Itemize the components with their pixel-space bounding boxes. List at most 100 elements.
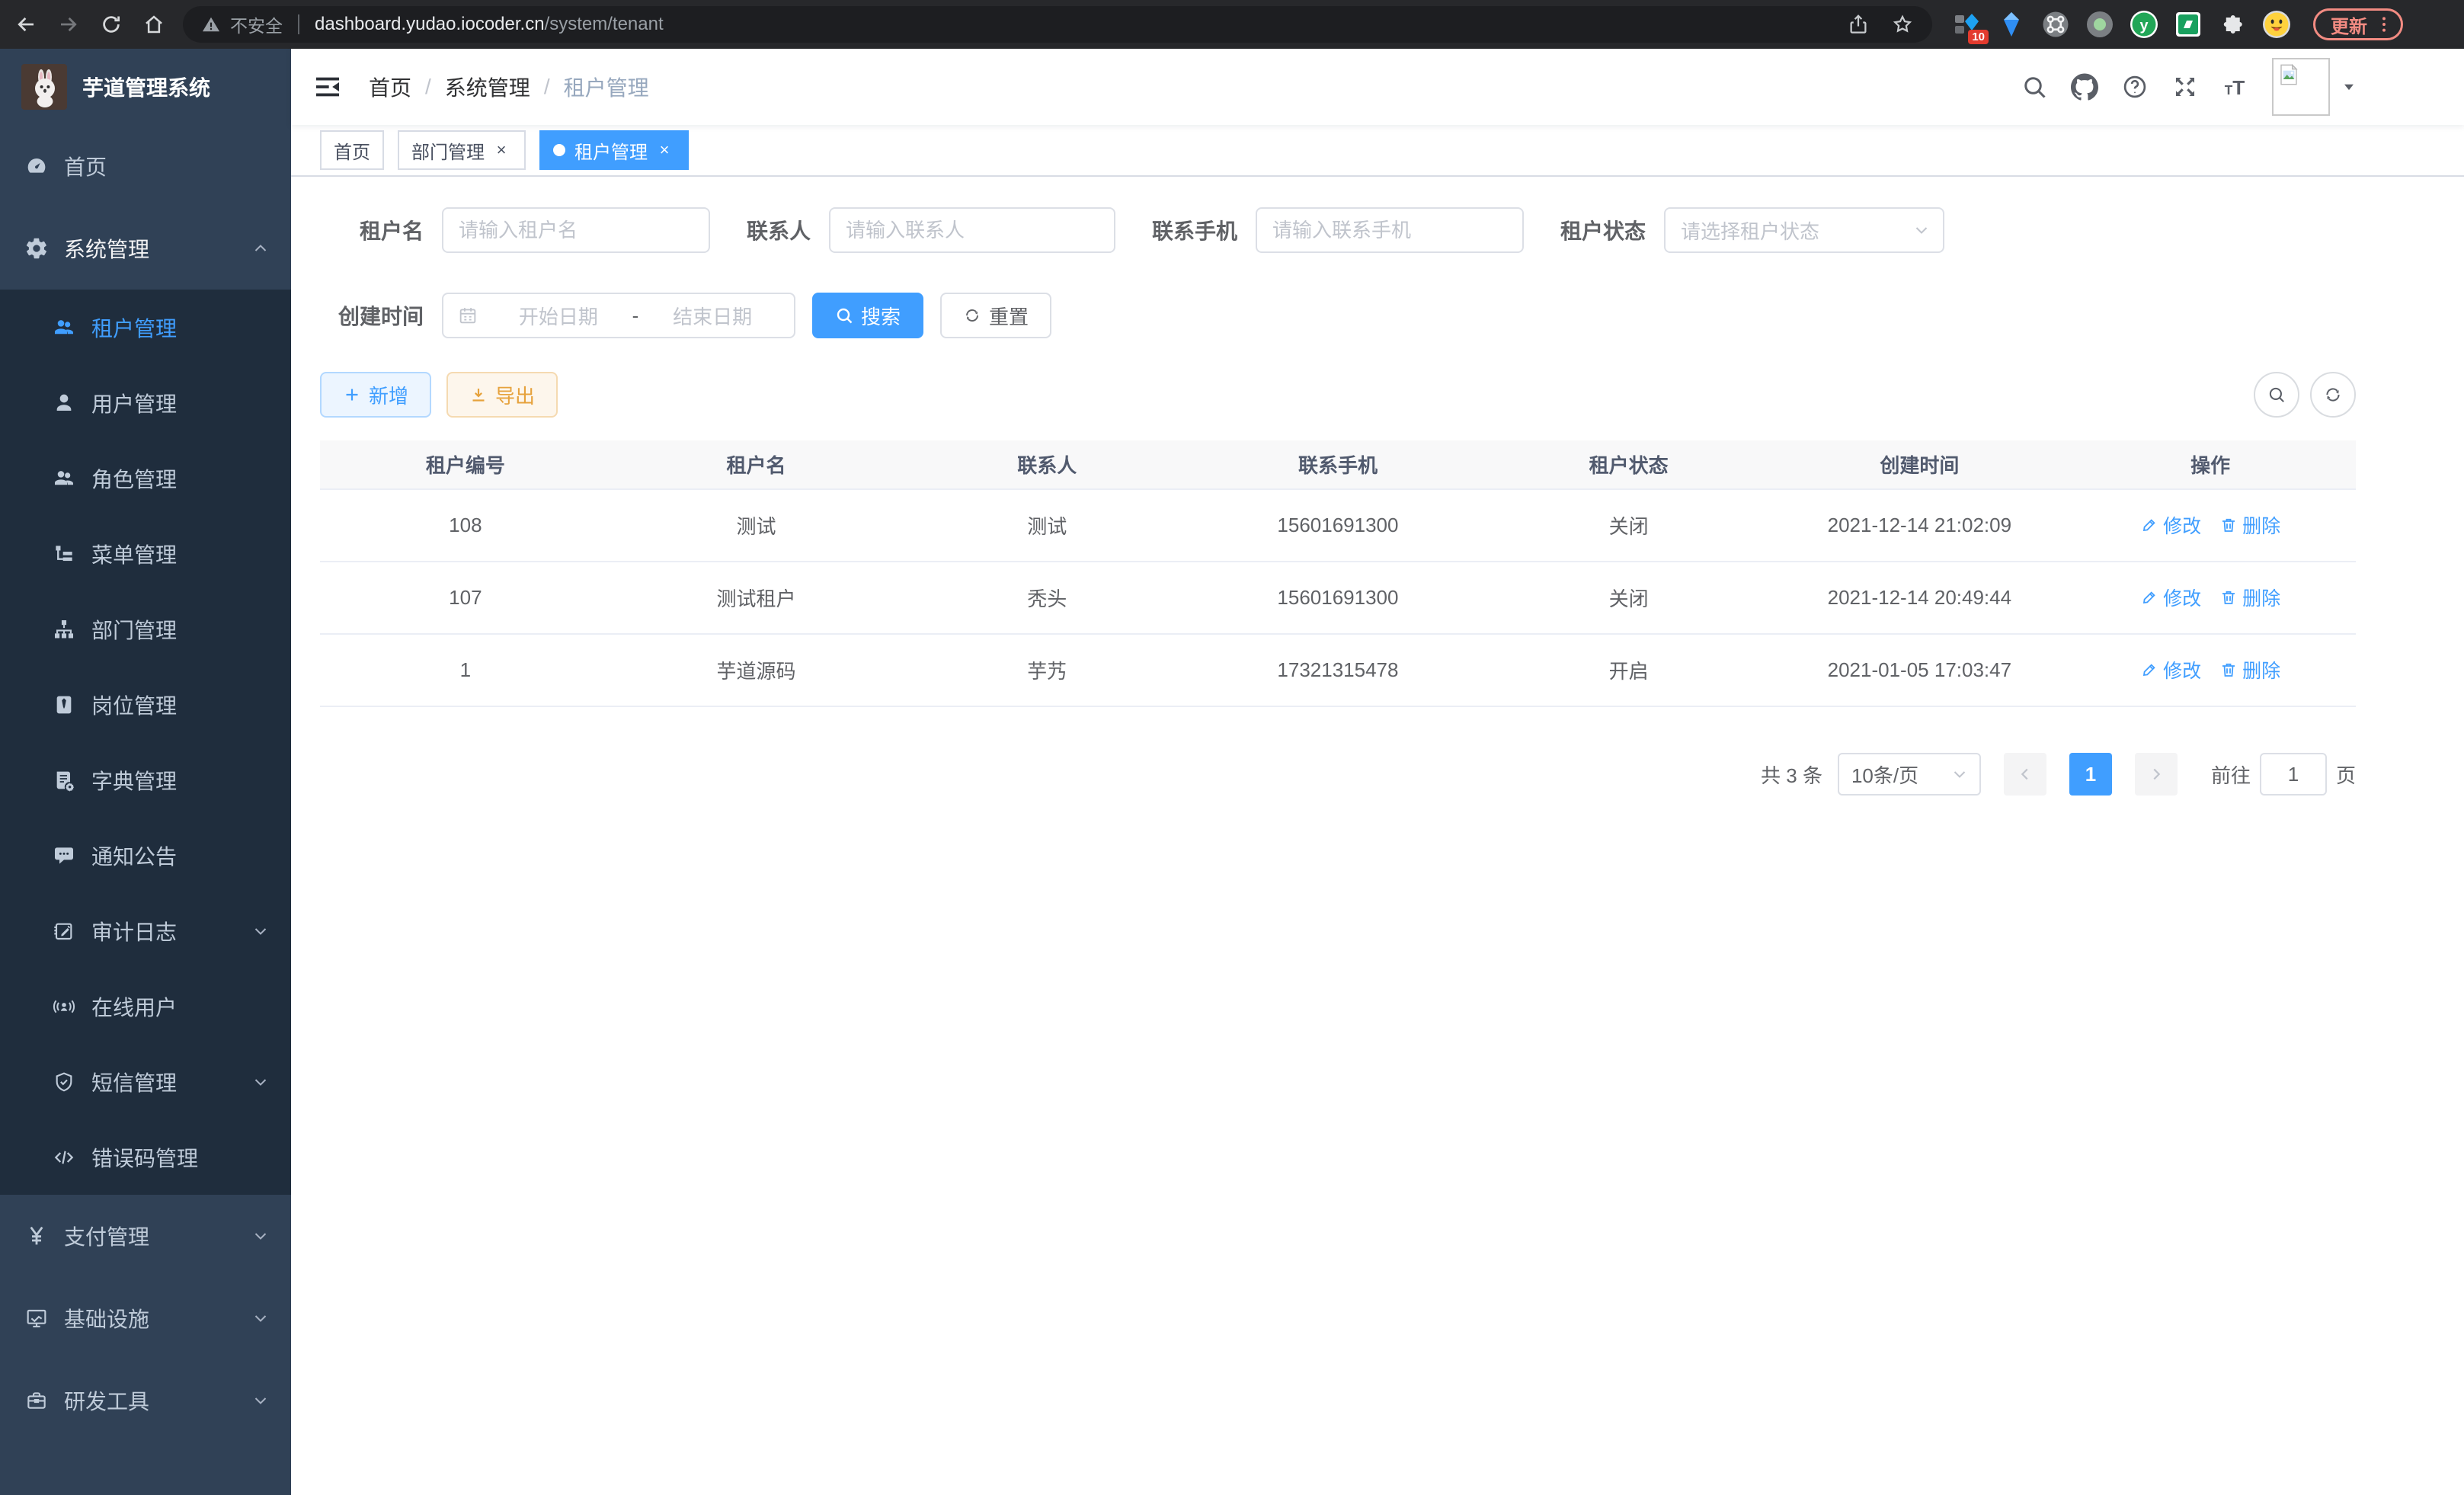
page-size-select[interactable]: 10条/页 xyxy=(1838,753,1981,796)
goto-label: 前往 xyxy=(2211,760,2251,789)
close-icon[interactable]: × xyxy=(654,140,675,160)
code-icon xyxy=(52,1145,76,1170)
sidebar-item-5[interactable]: 菜单管理 xyxy=(0,516,291,591)
export-button[interactable]: 导出 xyxy=(446,372,558,418)
header-search-icon[interactable] xyxy=(2021,73,2048,101)
next-page-button[interactable] xyxy=(2135,753,2178,796)
extension-command-icon[interactable] xyxy=(2042,11,2069,38)
help-icon[interactable] xyxy=(2121,73,2149,101)
delete-icon xyxy=(2219,588,2238,607)
avatar-caret-icon[interactable] xyxy=(2341,78,2357,95)
browser-update-button[interactable]: 更新 xyxy=(2313,8,2403,40)
sidebar-item-10[interactable]: 审计日志 xyxy=(0,893,291,968)
tenant-name-input[interactable] xyxy=(442,207,710,253)
delete-link[interactable]: 删除 xyxy=(2219,656,2280,683)
home-icon[interactable] xyxy=(137,8,171,41)
sidebar-item-11[interactable]: 在线用户 xyxy=(0,968,291,1044)
sidebar-item-3[interactable]: 用户管理 xyxy=(0,365,291,440)
cell-actions: 修改删除 xyxy=(2065,489,2356,562)
search-button[interactable]: 搜索 xyxy=(812,293,923,338)
tenant-status-select[interactable]: 请选择租户状态 xyxy=(1664,207,1944,253)
sidebar-item-0[interactable]: 首页 xyxy=(0,125,291,207)
sidebar-item-label: 用户管理 xyxy=(91,388,177,418)
sidebar-item-label: 基础设施 xyxy=(64,1303,149,1333)
toggle-search-button[interactable] xyxy=(2254,372,2299,418)
sidebar-item-7[interactable]: 岗位管理 xyxy=(0,667,291,742)
delete-link[interactable]: 删除 xyxy=(2219,584,2280,611)
add-button[interactable]: 新增 xyxy=(320,372,431,418)
edit-link[interactable]: 修改 xyxy=(2140,656,2201,683)
back-icon[interactable] xyxy=(9,8,43,41)
breadcrumb-item-1[interactable]: 系统管理 xyxy=(445,72,530,102)
sidebar-toggle-icon[interactable] xyxy=(312,72,343,102)
extensions-puzzle-icon[interactable] xyxy=(2219,11,2246,38)
tab-2[interactable]: 租户管理 × xyxy=(539,130,689,170)
sidebar-item-2[interactable]: 租户管理 xyxy=(0,290,291,365)
delete-link[interactable]: 删除 xyxy=(2219,511,2280,539)
column-header: 创建时间 xyxy=(1774,440,2066,489)
edit-link[interactable]: 修改 xyxy=(2140,584,2201,611)
extension-y-icon[interactable]: y xyxy=(2130,11,2158,38)
svg-text:T: T xyxy=(2232,76,2245,99)
github-icon[interactable] xyxy=(2071,73,2098,101)
edit-icon xyxy=(2140,516,2158,534)
page-number-1[interactable]: 1 xyxy=(2069,753,2112,796)
cell-status: 关闭 xyxy=(1483,562,1774,634)
close-icon[interactable]: × xyxy=(491,140,512,160)
sidebar-item-13[interactable]: 错误码管理 xyxy=(0,1119,291,1195)
menu-tree-icon xyxy=(52,542,76,566)
sidebar-item-9[interactable]: 通知公告 xyxy=(0,818,291,893)
extension-sketch-icon[interactable]: 10 xyxy=(1954,11,1981,38)
contact-input[interactable] xyxy=(829,207,1115,253)
share-icon[interactable] xyxy=(1847,13,1870,36)
security-label: 不安全 xyxy=(230,11,283,37)
sidebar-item-14[interactable]: 支付管理 xyxy=(0,1195,291,1277)
reset-button[interactable]: 重置 xyxy=(940,293,1051,338)
browser-nav-buttons xyxy=(9,8,171,41)
user-avatar[interactable] xyxy=(2272,58,2330,116)
extension-green-square-icon[interactable] xyxy=(2174,11,2202,38)
security-warning-icon[interactable] xyxy=(201,14,221,34)
status-label: 租户状态 xyxy=(1560,215,1646,245)
reload-icon[interactable] xyxy=(94,8,128,41)
sidebar-item-1[interactable]: 系统管理 xyxy=(0,207,291,290)
cell-id: 108 xyxy=(320,489,611,562)
omnibox-separator xyxy=(298,14,299,34)
sidebar-item-4[interactable]: 角色管理 xyxy=(0,440,291,516)
sidebar-item-6[interactable]: 部门管理 xyxy=(0,591,291,667)
mobile-input[interactable] xyxy=(1256,207,1524,253)
extension-gem-icon[interactable] xyxy=(1998,11,2025,38)
profile-avatar-icon[interactable] xyxy=(2263,11,2290,38)
refresh-table-button[interactable] xyxy=(2310,372,2356,418)
browser-address-bar[interactable]: 不安全 dashboard.yudao.iocoder.cn/system/te… xyxy=(183,6,1932,43)
svg-text:y: y xyxy=(2139,18,2148,34)
forward-icon[interactable] xyxy=(52,8,85,41)
navbar-icons: TT xyxy=(1998,58,2357,116)
browser-menu-icon[interactable] xyxy=(2373,14,2395,35)
sidebar-item-15[interactable]: 基础设施 xyxy=(0,1277,291,1359)
font-size-icon[interactable]: TT xyxy=(2222,73,2249,101)
tab-label: 租户管理 xyxy=(574,137,648,164)
breadcrumb-item-0[interactable]: 首页 xyxy=(369,72,411,102)
post-badge-icon xyxy=(52,693,76,717)
sidebar-item-label: 首页 xyxy=(64,151,107,181)
tab-1[interactable]: 部门管理× xyxy=(398,130,526,170)
chevron-down-icon xyxy=(251,1073,270,1091)
sidebar-menu: 首页系统管理租户管理用户管理角色管理菜单管理部门管理岗位管理字典管理通知公告审计… xyxy=(0,125,291,1442)
sidebar-item-label: 支付管理 xyxy=(64,1221,149,1251)
sidebar-item-label: 字典管理 xyxy=(91,765,177,796)
create-time-range-picker[interactable]: 开始日期 - 结束日期 xyxy=(442,293,795,338)
browser-extensions-area: 10 y 更新 xyxy=(1954,8,2403,40)
cell-name: 测试租户 xyxy=(611,562,902,634)
sidebar-item-12[interactable]: 短信管理 xyxy=(0,1044,291,1119)
sidebar-item-16[interactable]: 研发工具 xyxy=(0,1359,291,1442)
goto-page-input[interactable] xyxy=(2260,753,2327,796)
tab-0[interactable]: 首页 xyxy=(320,130,384,170)
extension-recorder-icon[interactable] xyxy=(2086,11,2114,38)
fullscreen-icon[interactable] xyxy=(2171,73,2199,101)
app-logo-row[interactable]: 芋道管理系统 xyxy=(0,49,291,125)
prev-page-button[interactable] xyxy=(2004,753,2046,796)
bookmark-star-icon[interactable] xyxy=(1891,13,1914,36)
sidebar-item-8[interactable]: 字典管理 xyxy=(0,742,291,818)
edit-link[interactable]: 修改 xyxy=(2140,511,2201,539)
